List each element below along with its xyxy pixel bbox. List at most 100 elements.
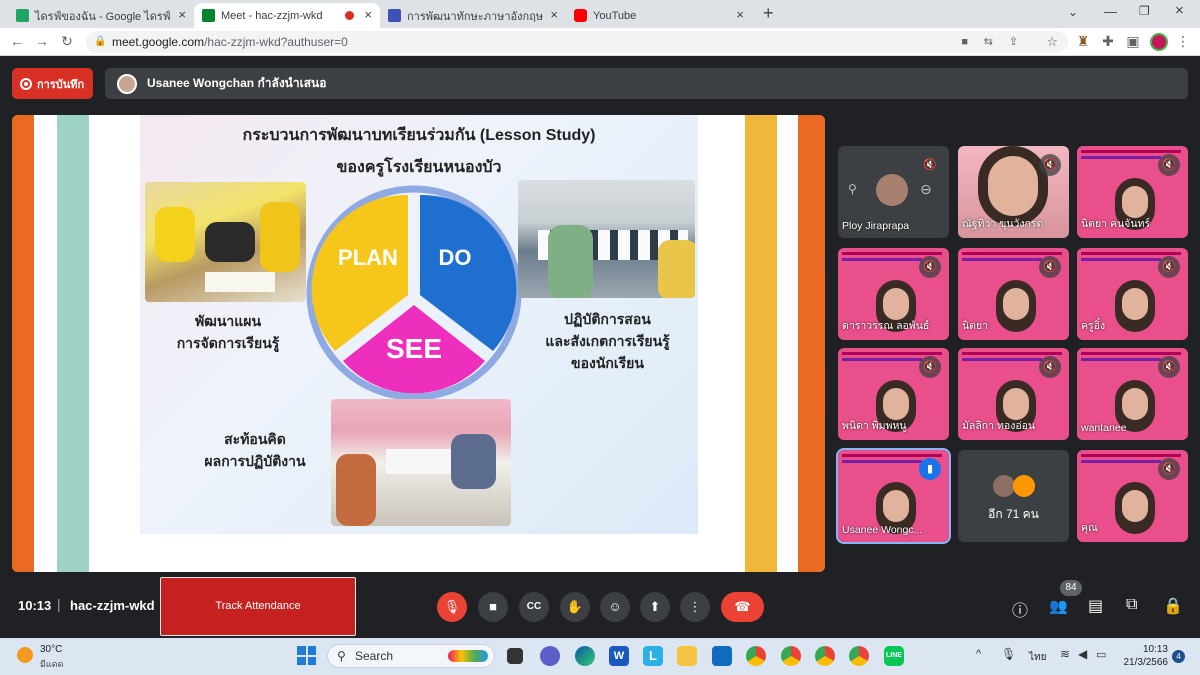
reload-icon[interactable]: ↻ xyxy=(58,33,76,50)
battery-icon[interactable]: ▭ xyxy=(1096,648,1106,661)
emoji-reaction-button[interactable]: ☺ xyxy=(600,592,630,622)
participant-tile[interactable]: 🔇 มัลลิกา ทองอ่อน xyxy=(958,348,1069,440)
microphone-tray-icon[interactable]: 🎙 xyxy=(1001,647,1016,661)
profile-avatar[interactable] xyxy=(1150,33,1168,51)
new-tab-button[interactable]: + xyxy=(763,3,774,24)
edge-icon[interactable] xyxy=(575,646,595,666)
participant-tile[interactable]: 🔇 นิตยา xyxy=(958,248,1069,340)
close-icon[interactable]: × xyxy=(178,7,186,22)
tab-meet[interactable]: Meet - hac-zzjm-wkd × xyxy=(194,3,380,28)
file-explorer-icon[interactable] xyxy=(677,646,697,666)
chrome-profile-icon[interactable] xyxy=(781,646,801,666)
restore-button[interactable]: ❐ xyxy=(1139,4,1150,18)
mic-muted-icon: 🔇 xyxy=(1158,356,1180,378)
caption-line: ผลการปฏิบัติงาน xyxy=(204,453,306,469)
captions-button[interactable]: CC xyxy=(519,592,549,622)
host-controls-icon[interactable]: 🔒 xyxy=(1163,596,1183,616)
speaker-icon[interactable]: ◀ xyxy=(1078,647,1087,661)
participant-name: คุณ xyxy=(1081,522,1098,534)
chrome-icon[interactable] xyxy=(746,646,766,666)
meeting-time: 10:13 xyxy=(18,598,52,613)
task-view-icon[interactable] xyxy=(507,648,523,664)
participant-tile[interactable]: 🔇 ครูอิ๋ง xyxy=(1077,248,1188,340)
present-screen-button[interactable]: ⬆ xyxy=(640,592,670,622)
more-participants-label: อีก 71 คน xyxy=(988,507,1039,521)
chat-icon[interactable]: ▤ xyxy=(1088,596,1103,616)
participant-tile[interactable]: ▮ Usanee Wongc... xyxy=(836,448,951,544)
address-bar[interactable]: 🔒 meet.google.com/hac-zzjm-wkd?authuser=… xyxy=(86,31,1068,53)
do-caption: ปฏิบัติการสอน และสังเกตการเรียนรู้ ของนั… xyxy=(525,308,690,374)
tab-youtube[interactable]: YouTube × xyxy=(566,3,752,28)
raise-hand-button[interactable]: ✋ xyxy=(560,592,590,622)
word-icon[interactable]: W xyxy=(609,646,629,666)
camera-icon[interactable]: ■ xyxy=(961,31,968,53)
chrome-profile-icon[interactable] xyxy=(849,646,869,666)
taskbar-search-box[interactable]: ⚲ Search xyxy=(327,644,495,668)
tab-english[interactable]: การพัฒนาทักษะภาษาอังกฤษ English × xyxy=(380,3,566,28)
clock-time[interactable]: 10:13 xyxy=(1118,644,1168,655)
recording-button[interactable]: การบันทึก xyxy=(12,68,93,99)
mail-icon[interactable] xyxy=(712,646,732,666)
search-icon: ⚲ xyxy=(337,649,346,663)
clock-date[interactable]: 21/3/2566 xyxy=(1118,657,1169,668)
teams-chat-icon[interactable] xyxy=(540,646,560,666)
participant-tile[interactable]: ⚲ ⊖ 🔇 Ploy Jiraprapa xyxy=(838,146,949,238)
slide-subtitle: ของครูโรงเรียนหนองบัว xyxy=(336,159,502,176)
language-indicator[interactable]: ไทย xyxy=(1029,650,1046,665)
presenter-text: Usanee Wongchan กำลังนำเสนอ xyxy=(147,76,327,90)
weather-sun-icon[interactable] xyxy=(17,647,33,663)
track-attendance-button[interactable]: Track Attendance xyxy=(160,577,356,636)
forward-icon[interactable]: → xyxy=(33,33,51,49)
extensions-puzzle-icon[interactable]: ✚ xyxy=(1099,33,1117,50)
participant-tile[interactable]: 🔇 wantanee xyxy=(1077,348,1188,440)
url-host: meet.google.com xyxy=(112,35,205,49)
windows-start-icon[interactable] xyxy=(297,646,316,665)
do-label: DO xyxy=(439,245,472,270)
app-l-icon[interactable]: L xyxy=(643,646,663,666)
participant-tile[interactable]: อีก 71 คน xyxy=(958,450,1069,542)
close-icon[interactable]: × xyxy=(550,7,558,22)
participant-tile[interactable]: 🔇 คุณ xyxy=(1077,450,1188,542)
more-options-button[interactable]: ⋮ xyxy=(680,592,710,622)
people-icon[interactable]: 👥 xyxy=(1049,597,1068,615)
side-panel-icon[interactable]: ▣ xyxy=(1124,33,1142,50)
translate-icon[interactable]: ⇆ xyxy=(984,31,993,53)
wifi-icon[interactable]: ≋ xyxy=(1060,647,1070,661)
extension-icon[interactable]: ♜ xyxy=(1074,33,1092,50)
window-close-button[interactable]: × xyxy=(1175,2,1184,19)
back-icon[interactable]: ← xyxy=(8,33,26,49)
share-icon[interactable]: ⇪ xyxy=(1009,31,1018,53)
meeting-info-icon[interactable]: ⓘ xyxy=(1012,597,1028,621)
minimize-button[interactable]: — xyxy=(1104,4,1117,19)
activities-icon[interactable]: ⧉ xyxy=(1126,596,1137,614)
record-icon xyxy=(20,77,32,90)
pin-icon[interactable]: ⚲ xyxy=(848,182,857,196)
participant-name: นิตยา คนจันทร์ xyxy=(1081,218,1151,230)
participant-avatar xyxy=(993,475,1015,497)
camera-button[interactable]: ■ xyxy=(478,592,508,622)
search-label: Search xyxy=(355,649,394,663)
leave-call-button[interactable]: ☎ xyxy=(721,592,764,622)
caption-line: การจัดการเรียนรู้ xyxy=(176,335,280,351)
tray-chevron-icon[interactable]: ^ xyxy=(976,648,981,660)
participant-tile[interactable]: 🔇 พนิดา พิมพหนู xyxy=(838,348,949,440)
participant-tile[interactable]: 🔇 นิตยา คนจันทร์ xyxy=(1077,146,1188,238)
recording-dot-icon xyxy=(345,11,354,20)
chrome-profile-icon[interactable] xyxy=(815,646,835,666)
menu-kebab-icon[interactable]: ⋮ xyxy=(1174,33,1192,50)
participant-tile[interactable]: 🔇 ดาราวรรณ ลอพันธ์ xyxy=(838,248,949,340)
mic-off-button[interactable]: 🎙 xyxy=(437,592,467,622)
tab-google-drive[interactable]: ไดรฟ์ของฉัน - Google ไดรฟ์ × xyxy=(8,3,194,28)
participant-tile[interactable]: 🔇 ณัฐทิวา ขุนวังกรด xyxy=(958,146,1069,238)
bookmark-star-icon[interactable]: ☆ xyxy=(1046,31,1058,53)
url-path: /hac-zzjm-wkd?authuser=0 xyxy=(204,35,348,49)
lock-icon: 🔒 xyxy=(94,36,107,47)
line-app-icon[interactable]: LINE xyxy=(884,646,904,666)
notification-count-badge[interactable]: 4 xyxy=(1172,650,1185,663)
remove-icon[interactable]: ⊖ xyxy=(920,181,932,198)
participant-name: ดาราวรรณ ลอพันธ์ xyxy=(842,320,930,332)
close-icon[interactable]: × xyxy=(364,7,372,22)
close-icon[interactable]: × xyxy=(736,7,744,22)
tab-search-icon[interactable]: ⌄ xyxy=(1068,5,1078,19)
caption-line: พัฒนาแผน xyxy=(194,313,262,329)
